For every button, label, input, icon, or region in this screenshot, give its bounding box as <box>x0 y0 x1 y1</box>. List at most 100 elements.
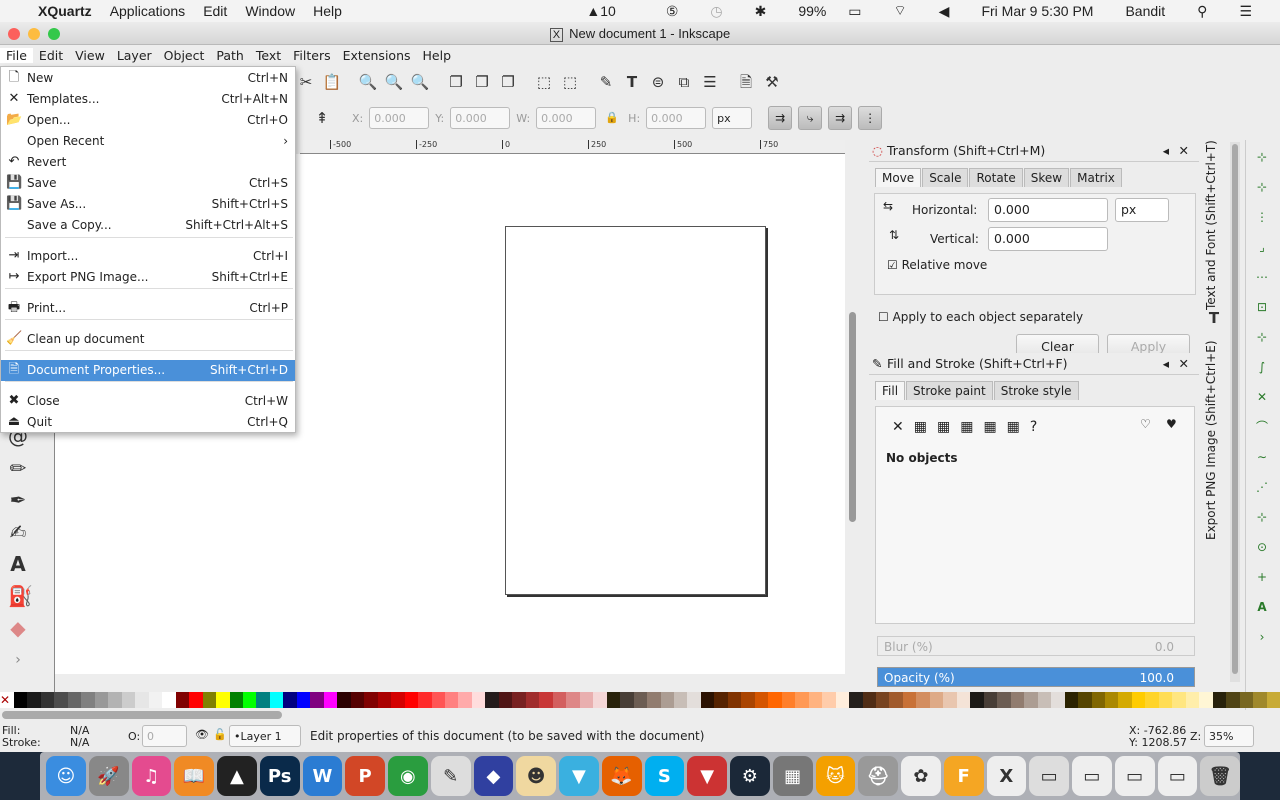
eraser-tool-icon[interactable]: ◆ <box>8 618 28 638</box>
dock-app-calculator[interactable]: ▦ <box>772 756 813 796</box>
color-swatch[interactable] <box>633 692 648 708</box>
file-menu-item-quit[interactable]: ⏏ Quit Ctrl+Q <box>1 412 295 433</box>
collapse-panel-icon[interactable]: ◂ <box>1163 140 1169 162</box>
snap-midpoint-icon[interactable]: ⋰ <box>1252 477 1272 496</box>
menu-text[interactable]: Text <box>250 48 287 63</box>
text-tool-icon[interactable]: A <box>8 554 28 574</box>
snap-path-icon[interactable]: ∫ <box>1252 357 1272 376</box>
tab-move[interactable]: Move <box>875 168 922 187</box>
dock-app-vectorize[interactable]: ▼ <box>559 756 599 796</box>
color-swatch[interactable] <box>1118 692 1132 708</box>
menu-help[interactable]: Help <box>417 48 458 63</box>
dock-app-inkscape[interactable]: ▲ <box>217 756 257 796</box>
layer-visibility-icon[interactable]: 👁 <box>195 728 209 741</box>
transform-gradients-toggle[interactable]: ⇉ <box>828 106 853 130</box>
color-swatch[interactable] <box>27 692 41 708</box>
file-menu-item-save-a-copy[interactable]: Save a Copy... Shift+Ctrl+Alt+S <box>1 215 295 236</box>
dock-app-app-red[interactable]: ▼ <box>687 756 727 796</box>
snap-rotation-center-icon[interactable]: + <box>1252 567 1272 586</box>
flat-color-icon[interactable]: ▦ <box>914 419 927 435</box>
color-swatch[interactable] <box>364 692 378 708</box>
color-swatch[interactable] <box>620 692 634 708</box>
color-swatch[interactable] <box>916 692 930 708</box>
mac-menu-edit[interactable]: Edit <box>203 3 227 19</box>
document-properties-icon[interactable]: 🗎 <box>736 72 756 92</box>
color-swatch[interactable] <box>660 692 674 708</box>
color-swatch[interactable] <box>445 692 459 708</box>
color-swatch[interactable] <box>485 692 499 708</box>
horizontal-field[interactable]: 0.000 <box>988 198 1108 222</box>
minimize-window-button[interactable] <box>28 28 40 40</box>
dock-app-ibooks[interactable]: 📖 <box>174 756 214 796</box>
tab-matrix[interactable]: Matrix <box>1070 168 1122 187</box>
tab-stroke-paint[interactable]: Stroke paint <box>906 381 993 400</box>
pen-tool-icon[interactable]: ✒ <box>8 490 28 510</box>
file-menu-item-print[interactable]: 🖶 Print... Ctrl+P <box>1 298 295 319</box>
tab-fill[interactable]: Fill <box>875 381 906 400</box>
zoom-window-button[interactable] <box>48 28 60 40</box>
battery-status[interactable]: 99% ▭ <box>798 3 861 20</box>
layer-lock-icon[interactable]: 🔓 <box>213 728 227 741</box>
color-swatch[interactable] <box>40 692 55 708</box>
export-png-dock-tab[interactable]: Export PNG Image (Shift+Ctrl+E) <box>1204 341 1218 541</box>
dock-app-trash[interactable]: 🗑 <box>1200 756 1240 796</box>
color-swatch[interactable] <box>525 692 540 708</box>
color-swatch[interactable] <box>1078 692 1092 708</box>
snap-bbox-icon[interactable]: ⊹ <box>1252 177 1272 196</box>
color-swatch[interactable] <box>902 692 917 708</box>
preferences-icon[interactable]: ⚒ <box>762 72 782 92</box>
dock-app-window-1[interactable]: ▭ <box>1029 756 1069 796</box>
dock-scroll-thumb[interactable] <box>1232 144 1238 674</box>
menu-layer[interactable]: Layer <box>111 48 158 63</box>
file-menu-item-clean-up-document[interactable]: 🧹 Clean up document <box>1 329 295 350</box>
ungroup-icon[interactable]: ⬚ <box>560 72 580 92</box>
color-swatch[interactable] <box>81 692 95 708</box>
file-menu-item-revert[interactable]: ↶ Revert <box>1 152 295 173</box>
canvas-vertical-scrollbar[interactable] <box>847 142 859 682</box>
tab-scale[interactable]: Scale <box>922 168 969 187</box>
h-field[interactable]: 0.000 <box>646 107 707 129</box>
dock-app-textedit[interactable]: ✎ <box>430 756 471 796</box>
color-swatch[interactable] <box>269 692 284 708</box>
color-swatch[interactable] <box>983 692 998 708</box>
color-swatch[interactable] <box>943 692 957 708</box>
color-swatch[interactable] <box>1145 692 1159 708</box>
color-swatch[interactable] <box>700 692 715 708</box>
color-swatch[interactable] <box>795 692 809 708</box>
color-swatch[interactable] <box>714 692 728 708</box>
file-menu-item-export-png-image[interactable]: ↦ Export PNG Image... Shift+Ctrl+E <box>1 267 295 288</box>
dock-app-disk-utility[interactable]: ⛑ <box>858 756 898 796</box>
dock-app-fusion-360[interactable]: F <box>943 756 984 796</box>
paste-icon[interactable]: 📋 <box>322 72 342 92</box>
snap-bbox-edge-icon[interactable]: ⋮ <box>1252 207 1272 226</box>
lock-icon[interactable]: 🔒 <box>602 108 622 128</box>
canvas-horizontal-scrollbar[interactable] <box>0 710 1280 720</box>
snap-page-icon[interactable]: › <box>1252 627 1272 646</box>
color-swatch[interactable] <box>768 692 782 708</box>
color-swatch[interactable] <box>189 692 203 708</box>
snap-intersection-icon[interactable]: ✕ <box>1252 387 1272 406</box>
color-swatch[interactable] <box>1051 692 1065 708</box>
zoom-drawing-icon[interactable]: 🔍 <box>384 72 404 92</box>
menu-view[interactable]: View <box>69 48 111 63</box>
color-swatch[interactable] <box>498 692 513 708</box>
color-swatch[interactable] <box>135 692 149 708</box>
dock-app-photoshop[interactable]: Ps <box>259 756 300 796</box>
color-swatch[interactable] <box>1037 692 1052 708</box>
tab-stroke-style[interactable]: Stroke style <box>993 381 1079 400</box>
scale-stroke-toggle[interactable]: ⇉ <box>768 106 793 130</box>
no-paint-icon[interactable]: ✕ <box>892 419 904 435</box>
menu-edit[interactable]: Edit <box>33 48 69 63</box>
color-swatch[interactable] <box>956 692 971 708</box>
dock-app-app-art[interactable]: ◆ <box>473 756 514 796</box>
color-swatch[interactable] <box>593 692 607 708</box>
dock-app-powerpoint[interactable]: P <box>345 756 385 796</box>
color-swatch[interactable] <box>350 692 365 708</box>
color-swatch[interactable] <box>929 692 944 708</box>
color-swatch[interactable] <box>1266 692 1280 708</box>
user-name[interactable]: Bandit <box>1125 3 1165 19</box>
dock-app-xquartz[interactable]: X <box>986 756 1027 796</box>
snap-bbox-midpoint-icon[interactable]: ⋯ <box>1252 267 1272 286</box>
color-swatch[interactable] <box>835 692 850 708</box>
color-swatch[interactable] <box>162 692 176 708</box>
